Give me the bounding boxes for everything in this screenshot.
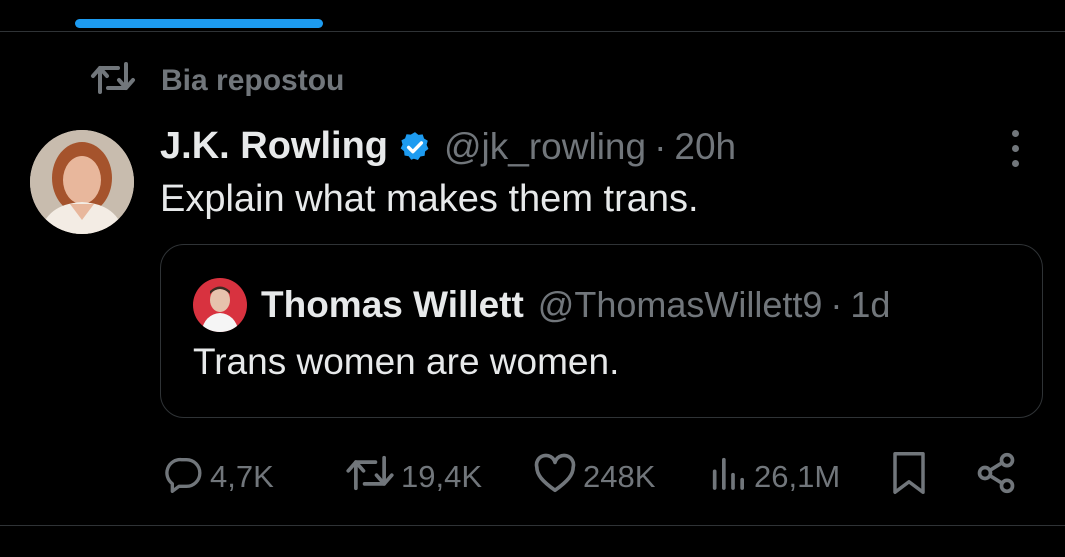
- separator-dot: ·: [830, 284, 843, 325]
- verified-badge-icon[interactable]: [398, 130, 432, 164]
- tweet-header: J.K. Rowling @jk_rowling · 20h: [160, 125, 736, 168]
- divider: [0, 525, 1065, 526]
- like-button[interactable]: 248K: [533, 453, 655, 501]
- quote-author-name: Thomas Willett: [261, 284, 524, 325]
- repost-icon: [90, 60, 136, 101]
- views-button[interactable]: 26,1M: [708, 453, 840, 501]
- quote-header: Thomas Willett @ThomasWillett9 · 1d: [193, 278, 890, 332]
- reply-button[interactable]: 4,7K: [164, 453, 274, 501]
- bookmark-button[interactable]: [888, 450, 930, 504]
- divider: [0, 31, 1065, 32]
- share-button[interactable]: [974, 451, 1018, 503]
- tweet-actions: 4,7K 19,4K 248K 26,1M: [0, 445, 1065, 500]
- active-tab-indicator: [75, 19, 323, 28]
- views-count: 26,1M: [754, 459, 841, 494]
- quote-time: 1d: [850, 284, 891, 325]
- reply-count: 4,7K: [210, 459, 274, 494]
- reply-icon: [164, 453, 204, 501]
- tweet-time[interactable]: 20h: [674, 126, 736, 168]
- repost-icon: [345, 453, 395, 501]
- tweet-text: Explain what makes them trans.: [160, 178, 699, 220]
- repost-context[interactable]: Bia repostou: [90, 60, 344, 101]
- author-handle[interactable]: @jk_rowling: [444, 126, 646, 168]
- author-name[interactable]: J.K. Rowling: [160, 125, 388, 168]
- views-icon: [708, 453, 748, 501]
- more-options-icon[interactable]: [1012, 130, 1019, 167]
- like-count: 248K: [583, 459, 656, 494]
- quote-text: Trans women are women.: [193, 341, 620, 382]
- quote-author-avatar: [193, 278, 247, 332]
- quoted-tweet[interactable]: Thomas Willett @ThomasWillett9 · 1d Tran…: [160, 244, 1043, 418]
- repost-label: Bia repostou: [161, 63, 345, 97]
- share-icon: [974, 451, 1018, 503]
- heart-icon: [533, 453, 577, 501]
- separator-dot: ·: [654, 125, 667, 167]
- repost-button[interactable]: 19,4K: [345, 453, 482, 501]
- repost-count: 19,4K: [401, 459, 483, 494]
- quote-author-handle: @ThomasWillett9: [537, 284, 823, 325]
- author-avatar[interactable]: [30, 130, 134, 234]
- bookmark-icon: [888, 450, 930, 504]
